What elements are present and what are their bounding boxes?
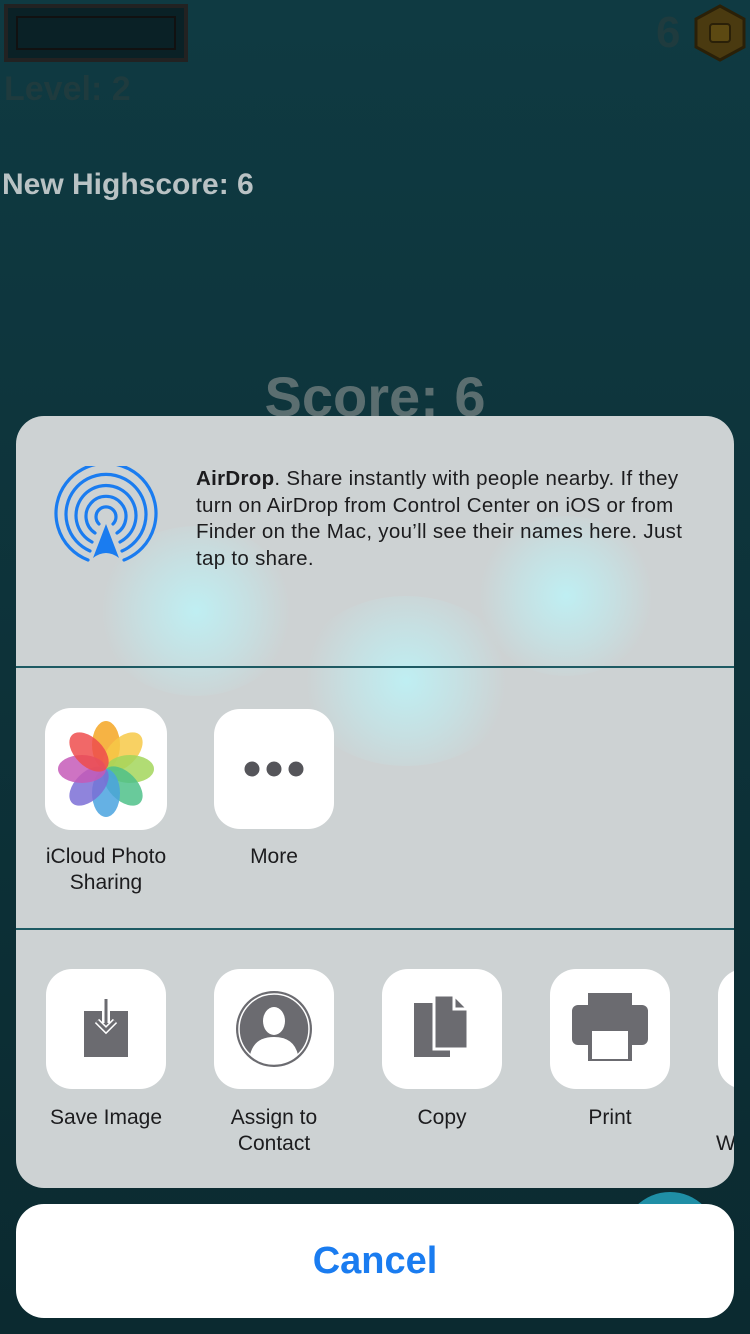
cancel-button[interactable]: Cancel (16, 1204, 734, 1318)
coin-count: 6 (656, 8, 681, 57)
action-label: Save Image (49, 1106, 163, 1129)
print-icon (572, 993, 648, 1061)
action-tile[interactable] (46, 969, 166, 1089)
app-tile[interactable] (214, 709, 334, 829)
action-tile[interactable] (382, 969, 502, 1089)
airdrop-icon (54, 466, 158, 562)
action-label: Assign to Contact (230, 1106, 318, 1155)
highscore-label: New Highscore: 6 (2, 168, 254, 201)
action-label: Print (588, 1106, 632, 1129)
action-row: Save Image Assign to Contact Copy Print … (16, 930, 734, 1188)
action-tile[interactable] (718, 969, 734, 1089)
contact-icon (236, 991, 312, 1067)
app-label: iCloud Photo Sharing (45, 845, 167, 894)
action-tile[interactable] (550, 969, 670, 1089)
more-icon (244, 761, 304, 777)
level-progress-box (4, 4, 188, 62)
action-tile[interactable] (214, 969, 334, 1089)
app-row: iCloud Photo Sharing More (16, 668, 734, 928)
photos-icon (58, 721, 154, 817)
airdrop-section[interactable]: AirDrop. Share instantly with people nea… (16, 416, 734, 666)
share-sheet: AirDrop. Share instantly with people nea… (16, 416, 734, 1188)
level-progress-inner (16, 16, 176, 50)
airdrop-title: AirDrop (196, 467, 275, 490)
airdrop-description: AirDrop. Share instantly with people nea… (196, 466, 716, 572)
coin-icon (694, 4, 746, 62)
copy-icon (414, 993, 470, 1057)
save-image-icon (84, 999, 128, 1057)
action-label: Copy (417, 1106, 467, 1129)
level-label: Level: 2 (4, 70, 131, 108)
app-tile[interactable] (45, 708, 167, 830)
action-label: W (716, 1132, 734, 1155)
app-label: More (250, 845, 298, 868)
